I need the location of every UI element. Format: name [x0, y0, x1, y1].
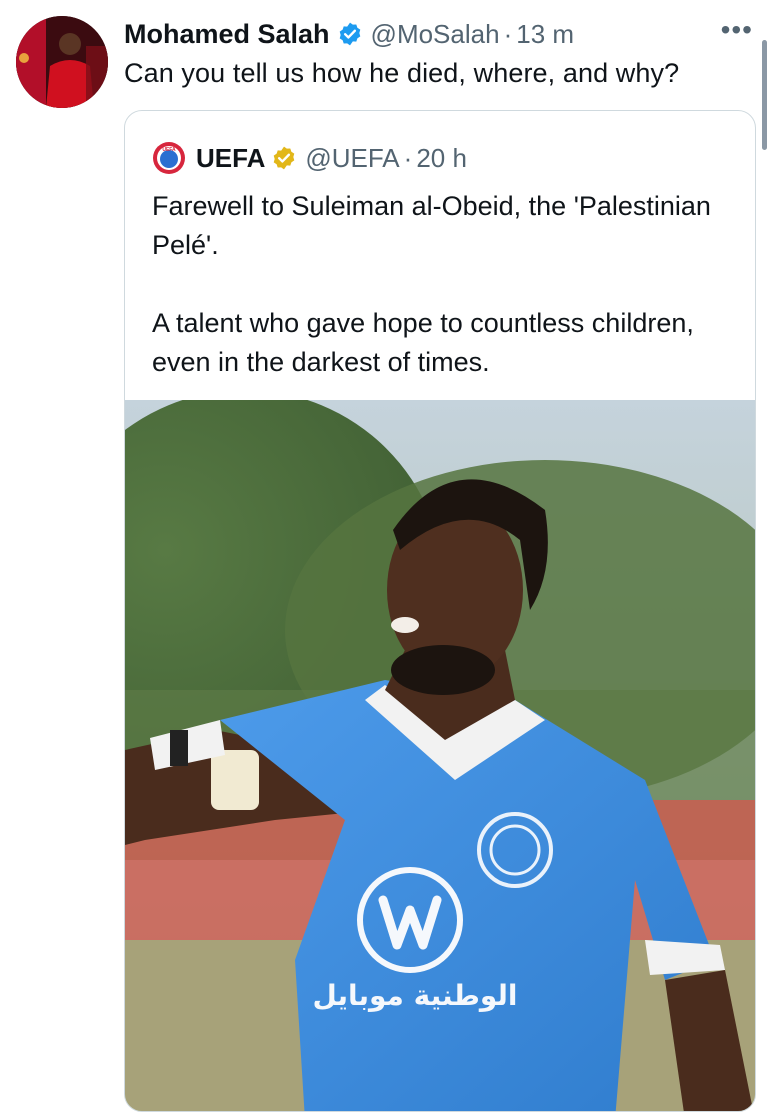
- quoted-meta-separator: ·: [403, 142, 413, 173]
- tweet-text: Can you tell us how he died, where, and …: [124, 58, 680, 88]
- more-options-icon[interactable]: •••: [721, 16, 753, 44]
- player-photo: الوطنية موبايل: [125, 400, 755, 1111]
- quoted-tweet-photo[interactable]: الوطنية موبايل: [125, 400, 755, 1111]
- quoted-paragraph: Farewell to Suleiman al-Obeid, the 'Pale…: [152, 191, 711, 260]
- post-time[interactable]: 13 m: [516, 19, 574, 50]
- author-handle[interactable]: @MoSalah: [371, 19, 500, 50]
- logo-text: UEFA: [162, 147, 176, 153]
- quoted-post-time[interactable]: 20 h: [416, 143, 467, 174]
- quoted-paragraph: A talent who gave hope to countless chil…: [152, 308, 694, 377]
- gold-verified-badge-icon: [271, 145, 297, 171]
- quoted-tweet-header: UEFA UEFA @UEFA · 20 h: [152, 141, 467, 175]
- quoted-tweet-text: Farewell to Suleiman al-Obeid, the 'Pale…: [152, 187, 742, 421]
- quoted-author-name[interactable]: UEFA: [196, 143, 265, 174]
- avatar-image: [16, 16, 108, 108]
- tweet-header: Mohamed Salah @MoSalah · 13 m •••: [124, 14, 753, 54]
- uefa-logo-icon: UEFA: [152, 141, 186, 175]
- author-name[interactable]: Mohamed Salah: [124, 19, 330, 50]
- verified-badge-icon: [337, 21, 363, 47]
- scrollbar[interactable]: [762, 40, 767, 150]
- sponsor-text: الوطنية موبايل: [312, 979, 517, 1012]
- quoted-author-handle[interactable]: @UEFA: [305, 143, 399, 174]
- quoted-tweet-card[interactable]: UEFA UEFA @UEFA · 20 h Farewell to Sulei…: [124, 110, 756, 1112]
- author-avatar[interactable]: [16, 16, 108, 108]
- meta-separator: ·: [503, 18, 513, 49]
